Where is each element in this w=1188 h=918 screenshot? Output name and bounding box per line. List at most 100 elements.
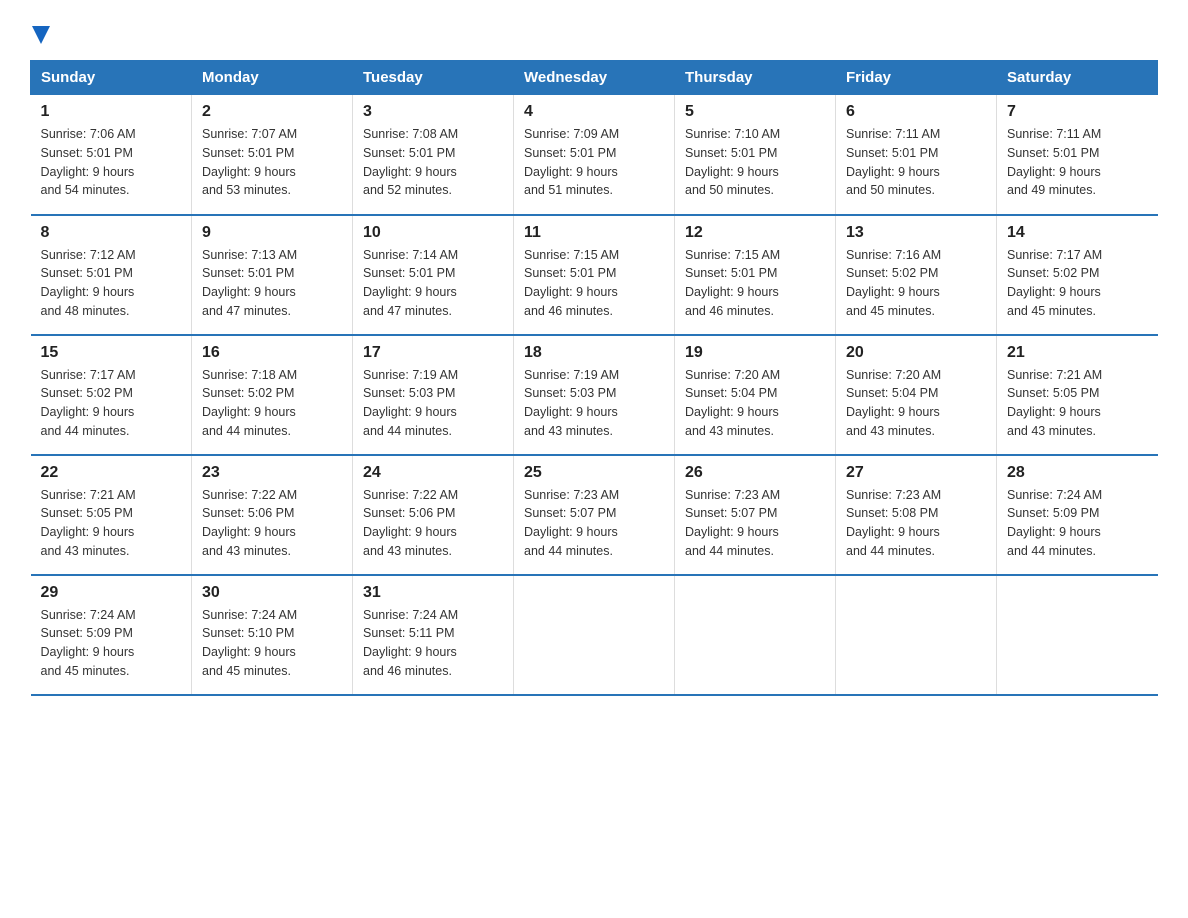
day-info: Sunrise: 7:24 AMSunset: 5:10 PMDaylight:… bbox=[202, 608, 297, 678]
calendar-cell: 23 Sunrise: 7:22 AMSunset: 5:06 PMDaylig… bbox=[192, 455, 353, 575]
day-number: 7 bbox=[1007, 103, 1148, 121]
day-info: Sunrise: 7:12 AMSunset: 5:01 PMDaylight:… bbox=[41, 248, 136, 318]
day-info: Sunrise: 7:08 AMSunset: 5:01 PMDaylight:… bbox=[363, 127, 458, 197]
day-number: 9 bbox=[202, 224, 342, 242]
column-header-sunday: Sunday bbox=[31, 61, 192, 95]
calendar-cell: 11 Sunrise: 7:15 AMSunset: 5:01 PMDaylig… bbox=[514, 215, 675, 335]
day-number: 17 bbox=[363, 344, 503, 362]
day-info: Sunrise: 7:18 AMSunset: 5:02 PMDaylight:… bbox=[202, 368, 297, 438]
calendar-cell: 24 Sunrise: 7:22 AMSunset: 5:06 PMDaylig… bbox=[353, 455, 514, 575]
day-info: Sunrise: 7:24 AMSunset: 5:09 PMDaylight:… bbox=[41, 608, 136, 678]
calendar-cell: 7 Sunrise: 7:11 AMSunset: 5:01 PMDayligh… bbox=[997, 95, 1158, 215]
calendar-cell: 18 Sunrise: 7:19 AMSunset: 5:03 PMDaylig… bbox=[514, 335, 675, 455]
column-header-thursday: Thursday bbox=[675, 61, 836, 95]
day-info: Sunrise: 7:24 AMSunset: 5:11 PMDaylight:… bbox=[363, 608, 458, 678]
calendar-cell: 15 Sunrise: 7:17 AMSunset: 5:02 PMDaylig… bbox=[31, 335, 192, 455]
calendar-cell: 14 Sunrise: 7:17 AMSunset: 5:02 PMDaylig… bbox=[997, 215, 1158, 335]
calendar-cell bbox=[997, 575, 1158, 695]
column-header-wednesday: Wednesday bbox=[514, 61, 675, 95]
day-info: Sunrise: 7:20 AMSunset: 5:04 PMDaylight:… bbox=[846, 368, 941, 438]
calendar-cell: 6 Sunrise: 7:11 AMSunset: 5:01 PMDayligh… bbox=[836, 95, 997, 215]
calendar-cell: 31 Sunrise: 7:24 AMSunset: 5:11 PMDaylig… bbox=[353, 575, 514, 695]
day-info: Sunrise: 7:21 AMSunset: 5:05 PMDaylight:… bbox=[41, 488, 136, 558]
day-info: Sunrise: 7:14 AMSunset: 5:01 PMDaylight:… bbox=[363, 248, 458, 318]
calendar-cell: 25 Sunrise: 7:23 AMSunset: 5:07 PMDaylig… bbox=[514, 455, 675, 575]
day-number: 16 bbox=[202, 344, 342, 362]
calendar-header-row: SundayMondayTuesdayWednesdayThursdayFrid… bbox=[31, 61, 1158, 95]
page-header bbox=[30, 20, 1158, 44]
calendar-cell: 16 Sunrise: 7:18 AMSunset: 5:02 PMDaylig… bbox=[192, 335, 353, 455]
calendar-cell: 13 Sunrise: 7:16 AMSunset: 5:02 PMDaylig… bbox=[836, 215, 997, 335]
day-info: Sunrise: 7:22 AMSunset: 5:06 PMDaylight:… bbox=[202, 488, 297, 558]
day-number: 18 bbox=[524, 344, 664, 362]
day-number: 1 bbox=[41, 103, 182, 121]
calendar-week-row: 22 Sunrise: 7:21 AMSunset: 5:05 PMDaylig… bbox=[31, 455, 1158, 575]
calendar-cell: 5 Sunrise: 7:10 AMSunset: 5:01 PMDayligh… bbox=[675, 95, 836, 215]
day-info: Sunrise: 7:07 AMSunset: 5:01 PMDaylight:… bbox=[202, 127, 297, 197]
day-info: Sunrise: 7:24 AMSunset: 5:09 PMDaylight:… bbox=[1007, 488, 1102, 558]
calendar-week-row: 8 Sunrise: 7:12 AMSunset: 5:01 PMDayligh… bbox=[31, 215, 1158, 335]
day-number: 30 bbox=[202, 584, 342, 602]
day-info: Sunrise: 7:16 AMSunset: 5:02 PMDaylight:… bbox=[846, 248, 941, 318]
calendar-cell: 20 Sunrise: 7:20 AMSunset: 5:04 PMDaylig… bbox=[836, 335, 997, 455]
logo bbox=[30, 20, 50, 44]
column-header-saturday: Saturday bbox=[997, 61, 1158, 95]
day-number: 15 bbox=[41, 344, 182, 362]
calendar-cell: 3 Sunrise: 7:08 AMSunset: 5:01 PMDayligh… bbox=[353, 95, 514, 215]
day-info: Sunrise: 7:19 AMSunset: 5:03 PMDaylight:… bbox=[363, 368, 458, 438]
day-number: 14 bbox=[1007, 224, 1148, 242]
calendar-cell: 19 Sunrise: 7:20 AMSunset: 5:04 PMDaylig… bbox=[675, 335, 836, 455]
calendar-cell bbox=[836, 575, 997, 695]
day-number: 5 bbox=[685, 103, 825, 121]
day-number: 26 bbox=[685, 464, 825, 482]
calendar-cell: 10 Sunrise: 7:14 AMSunset: 5:01 PMDaylig… bbox=[353, 215, 514, 335]
calendar-cell: 8 Sunrise: 7:12 AMSunset: 5:01 PMDayligh… bbox=[31, 215, 192, 335]
calendar-cell: 2 Sunrise: 7:07 AMSunset: 5:01 PMDayligh… bbox=[192, 95, 353, 215]
day-number: 8 bbox=[41, 224, 182, 242]
logo-arrow-icon bbox=[32, 26, 50, 44]
day-info: Sunrise: 7:11 AMSunset: 5:01 PMDaylight:… bbox=[846, 127, 940, 197]
day-number: 22 bbox=[41, 464, 182, 482]
calendar-cell: 27 Sunrise: 7:23 AMSunset: 5:08 PMDaylig… bbox=[836, 455, 997, 575]
calendar-cell: 1 Sunrise: 7:06 AMSunset: 5:01 PMDayligh… bbox=[31, 95, 192, 215]
day-number: 21 bbox=[1007, 344, 1148, 362]
day-info: Sunrise: 7:17 AMSunset: 5:02 PMDaylight:… bbox=[1007, 248, 1102, 318]
day-info: Sunrise: 7:17 AMSunset: 5:02 PMDaylight:… bbox=[41, 368, 136, 438]
calendar-table: SundayMondayTuesdayWednesdayThursdayFrid… bbox=[30, 60, 1158, 696]
day-number: 12 bbox=[685, 224, 825, 242]
day-number: 19 bbox=[685, 344, 825, 362]
day-info: Sunrise: 7:13 AMSunset: 5:01 PMDaylight:… bbox=[202, 248, 297, 318]
day-number: 2 bbox=[202, 103, 342, 121]
day-number: 24 bbox=[363, 464, 503, 482]
day-number: 13 bbox=[846, 224, 986, 242]
day-info: Sunrise: 7:10 AMSunset: 5:01 PMDaylight:… bbox=[685, 127, 780, 197]
day-info: Sunrise: 7:23 AMSunset: 5:07 PMDaylight:… bbox=[685, 488, 780, 558]
day-number: 31 bbox=[363, 584, 503, 602]
day-info: Sunrise: 7:20 AMSunset: 5:04 PMDaylight:… bbox=[685, 368, 780, 438]
day-number: 11 bbox=[524, 224, 664, 242]
day-number: 23 bbox=[202, 464, 342, 482]
day-info: Sunrise: 7:19 AMSunset: 5:03 PMDaylight:… bbox=[524, 368, 619, 438]
day-info: Sunrise: 7:09 AMSunset: 5:01 PMDaylight:… bbox=[524, 127, 619, 197]
day-number: 4 bbox=[524, 103, 664, 121]
day-number: 25 bbox=[524, 464, 664, 482]
column-header-friday: Friday bbox=[836, 61, 997, 95]
calendar-week-row: 29 Sunrise: 7:24 AMSunset: 5:09 PMDaylig… bbox=[31, 575, 1158, 695]
day-number: 6 bbox=[846, 103, 986, 121]
calendar-cell bbox=[675, 575, 836, 695]
calendar-cell: 4 Sunrise: 7:09 AMSunset: 5:01 PMDayligh… bbox=[514, 95, 675, 215]
calendar-cell: 29 Sunrise: 7:24 AMSunset: 5:09 PMDaylig… bbox=[31, 575, 192, 695]
day-info: Sunrise: 7:23 AMSunset: 5:07 PMDaylight:… bbox=[524, 488, 619, 558]
column-header-tuesday: Tuesday bbox=[353, 61, 514, 95]
calendar-week-row: 15 Sunrise: 7:17 AMSunset: 5:02 PMDaylig… bbox=[31, 335, 1158, 455]
day-info: Sunrise: 7:21 AMSunset: 5:05 PMDaylight:… bbox=[1007, 368, 1102, 438]
calendar-cell bbox=[514, 575, 675, 695]
calendar-cell: 26 Sunrise: 7:23 AMSunset: 5:07 PMDaylig… bbox=[675, 455, 836, 575]
calendar-cell: 22 Sunrise: 7:21 AMSunset: 5:05 PMDaylig… bbox=[31, 455, 192, 575]
calendar-cell: 17 Sunrise: 7:19 AMSunset: 5:03 PMDaylig… bbox=[353, 335, 514, 455]
calendar-cell: 28 Sunrise: 7:24 AMSunset: 5:09 PMDaylig… bbox=[997, 455, 1158, 575]
day-info: Sunrise: 7:23 AMSunset: 5:08 PMDaylight:… bbox=[846, 488, 941, 558]
day-info: Sunrise: 7:11 AMSunset: 5:01 PMDaylight:… bbox=[1007, 127, 1101, 197]
day-number: 10 bbox=[363, 224, 503, 242]
day-number: 28 bbox=[1007, 464, 1148, 482]
